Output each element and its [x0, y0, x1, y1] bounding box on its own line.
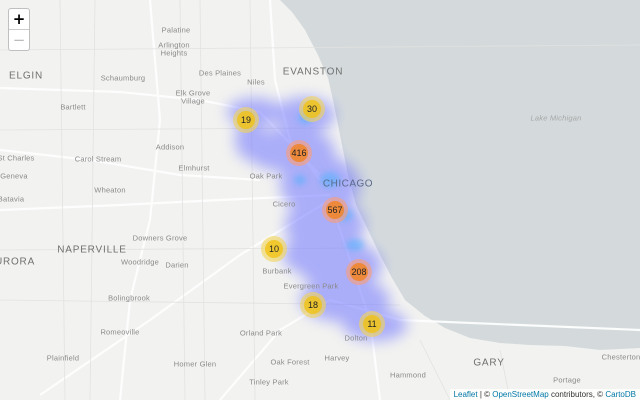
place-hammond: Hammond: [390, 370, 426, 380]
place-addison: Addison: [155, 142, 185, 152]
cluster-count: 19: [237, 111, 255, 129]
map-container[interactable]: Palatine Arlington Heights ELGIN Schaumb…: [0, 0, 640, 400]
openstreetmap-link[interactable]: OpenStreetMap: [492, 390, 548, 399]
cluster-marker[interactable]: 416: [286, 140, 312, 166]
place-orland-park: Orland Park: [239, 328, 283, 338]
cluster-count: 11: [363, 315, 381, 333]
place-oak-park: Oak Park: [249, 171, 283, 181]
attribution-contributors: contributors, ©: [548, 390, 606, 399]
cluster-count: 18: [304, 296, 322, 314]
place-aurora: URORA: [0, 256, 36, 268]
place-homer-glen: Homer Glen: [173, 359, 217, 369]
place-arlington-heights-2: Heights: [160, 48, 188, 58]
leaflet-link[interactable]: Leaflet: [454, 390, 478, 399]
place-niles: Niles: [247, 77, 265, 87]
place-schaumburg: Schaumburg: [100, 73, 146, 83]
place-oak-forest: Oak Forest: [270, 357, 310, 367]
cluster-count: 10: [265, 240, 283, 258]
place-tinley-park: Tinley Park: [249, 377, 289, 387]
zoom-control: + −: [8, 8, 30, 51]
place-plainfield: Plainfield: [46, 353, 80, 363]
place-harvey: Harvey: [324, 353, 350, 363]
place-woodridge: Woodridge: [121, 257, 159, 267]
place-gary: GARY: [473, 357, 505, 369]
place-cicero: Cicero: [272, 199, 296, 209]
place-burbank: Burbank: [262, 266, 292, 276]
place-palatine: Palatine: [161, 25, 191, 35]
place-lake-michigan: Lake Michigan: [530, 113, 582, 123]
place-bartlett: Bartlett: [60, 102, 86, 112]
cluster-marker[interactable]: 19: [233, 107, 259, 133]
map-basemap: [0, 0, 640, 400]
place-naperville: NAPERVILLE: [57, 244, 127, 256]
cluster-marker[interactable]: 208: [346, 259, 372, 285]
cluster-marker[interactable]: 30: [299, 96, 325, 122]
place-des-plaines: Des Plaines: [198, 68, 242, 78]
cluster-count: 416: [290, 144, 308, 162]
cluster-marker[interactable]: 11: [359, 311, 385, 337]
place-wheaton: Wheaton: [94, 185, 126, 195]
attribution-separator: | ©: [477, 390, 493, 399]
place-evanston: EVANSTON: [282, 66, 344, 78]
place-chicago: CHICAGO: [322, 178, 374, 190]
place-carol-stream: Carol Stream: [74, 154, 122, 164]
place-downers-grove: Downers Grove: [132, 233, 188, 243]
place-elk-grove-2: Village: [181, 96, 205, 106]
place-st-charles: St Charles: [0, 153, 35, 163]
place-romeoville: Romeoville: [100, 327, 140, 337]
cluster-marker[interactable]: 10: [261, 236, 287, 262]
place-elgin: ELGIN: [8, 70, 44, 82]
place-geneva: Geneva: [0, 171, 28, 181]
cluster-count: 30: [303, 100, 321, 118]
place-bolingbrook: Bolingbrook: [108, 293, 150, 303]
place-chesterton: Chesterton: [601, 352, 640, 362]
cluster-count: 567: [326, 201, 344, 219]
place-elmhurst: Elmhurst: [178, 163, 210, 173]
cluster-count: 208: [350, 263, 368, 281]
attribution: Leaflet | © OpenStreetMap contributors, …: [449, 389, 640, 400]
cluster-marker[interactable]: 567: [322, 197, 348, 223]
zoom-in-button[interactable]: +: [9, 9, 29, 29]
place-portage: Portage: [553, 375, 581, 385]
place-darien: Darien: [165, 260, 189, 270]
place-batavia: Batavia: [0, 194, 25, 204]
cluster-marker[interactable]: 18: [300, 292, 326, 318]
zoom-out-button[interactable]: −: [9, 29, 29, 50]
cartodb-link[interactable]: CartoDB: [605, 390, 636, 399]
place-evergreen-park: Evergreen Park: [283, 281, 339, 291]
